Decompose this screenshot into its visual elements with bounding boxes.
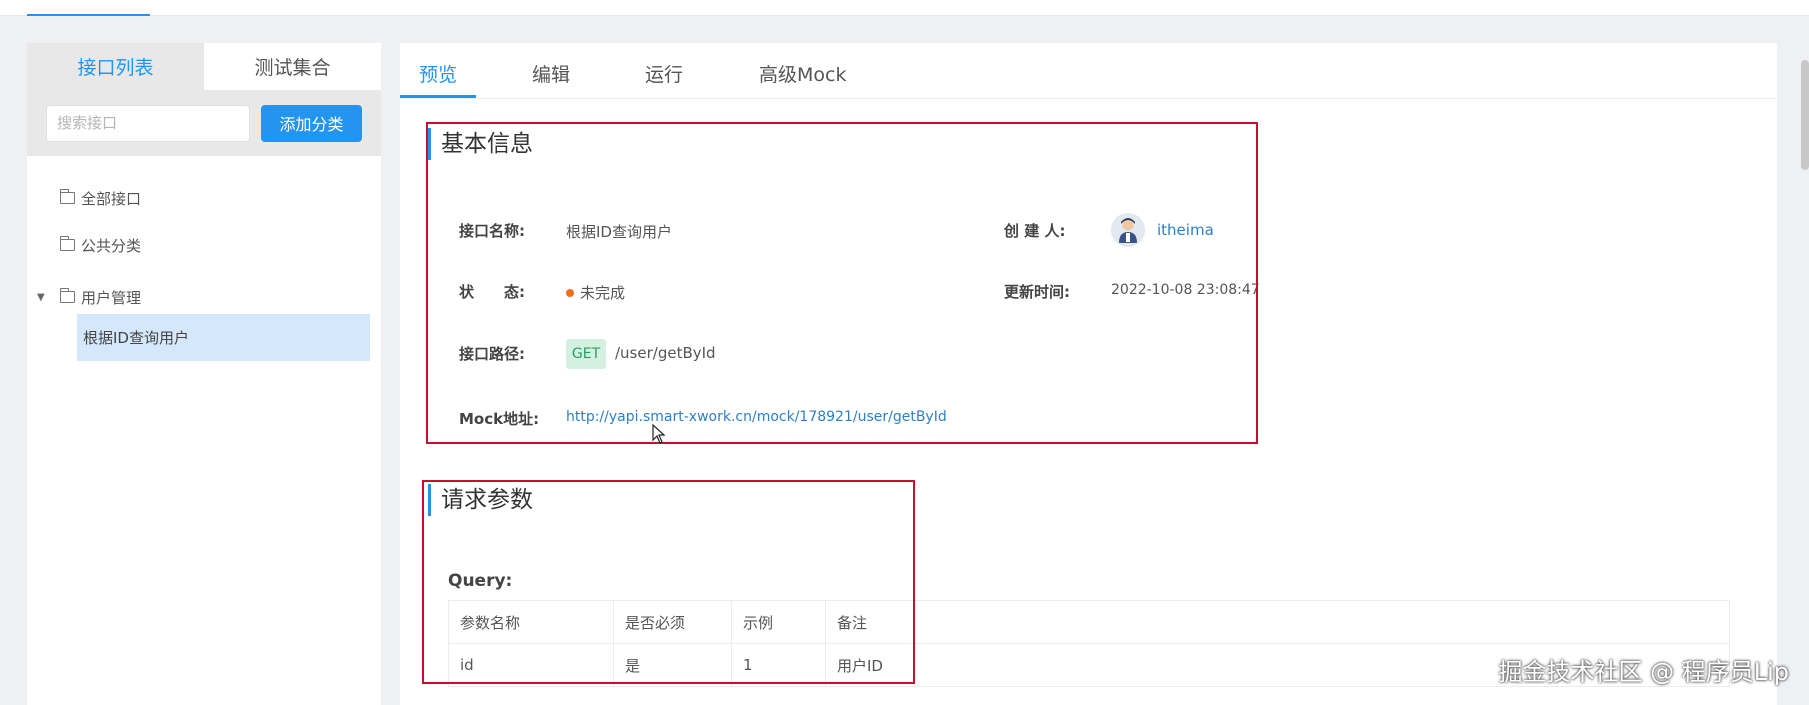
query-label: Query: xyxy=(448,571,513,591)
interface-sidebar: 接口列表 测试集合 添加分类 全部接口 公共分类 ▼ 用户管理 根据ID查询用户 xyxy=(27,43,381,705)
status-label: 状 态: xyxy=(459,283,525,301)
table-header: 备注 xyxy=(825,600,1730,644)
interface-name-value: 根据ID查询用户 xyxy=(566,223,672,241)
add-category-button[interactable]: 添加分类 xyxy=(261,104,362,142)
top-nav-active-indicator xyxy=(27,14,150,16)
tab-edit[interactable]: 编辑 xyxy=(532,60,570,87)
table-header-row: 参数名称 是否必须 示例 备注 xyxy=(448,600,1730,644)
tree-item-get-user-by-id[interactable]: 根据ID查询用户 xyxy=(77,314,370,361)
watermark: 掘金技术社区 @ 程序员Lip xyxy=(1498,658,1789,686)
tree-item-label: 用户管理 xyxy=(81,288,142,307)
main-tabs: 预览 编辑 运行 高级Mock xyxy=(400,43,1777,99)
main-panel: 预览 编辑 运行 高级Mock 基本信息 接口名称: 根据ID查询用户 创 建 … xyxy=(400,43,1777,705)
tab-run[interactable]: 运行 xyxy=(645,60,683,87)
interface-path-label: 接口路径: xyxy=(459,345,525,363)
mock-url-link[interactable]: http://yapi.smart-xwork.cn/mock/178921/u… xyxy=(566,409,947,425)
interface-path-value: /user/getById xyxy=(615,344,716,362)
sidebar-tabs: 接口列表 测试集合 xyxy=(27,43,381,90)
tab-advanced-mock[interactable]: 高级Mock xyxy=(759,60,846,87)
mouse-cursor-icon xyxy=(652,424,666,444)
scrollbar[interactable] xyxy=(1801,60,1809,170)
status-dot-icon xyxy=(566,288,574,297)
tree-item-label: 根据ID查询用户 xyxy=(83,329,189,347)
table-header: 参数名称 xyxy=(448,600,614,644)
search-interface-input[interactable] xyxy=(46,104,250,142)
tree-item-all[interactable]: 全部接口 xyxy=(59,186,142,210)
interface-name-label: 接口名称: xyxy=(459,222,525,240)
tree-item-label: 公共分类 xyxy=(81,236,142,255)
section-title-request-params: 请求参数 xyxy=(428,484,533,516)
updated-time-label: 更新时间: xyxy=(1004,283,1070,301)
folder-open-icon xyxy=(59,288,75,303)
tree-item-user-management[interactable]: 用户管理 xyxy=(59,285,142,309)
updated-time-value: 2022-10-08 23:08:47 xyxy=(1111,282,1260,298)
table-cell: 1 xyxy=(731,643,826,687)
tree-item-public[interactable]: 公共分类 xyxy=(59,233,142,257)
table-cell: id xyxy=(448,643,614,687)
tab-interface-list[interactable]: 接口列表 xyxy=(27,43,204,90)
avatar[interactable] xyxy=(1111,213,1145,247)
creator-label: 创 建 人: xyxy=(1004,222,1066,240)
mock-url-label: Mock地址: xyxy=(459,410,540,428)
folder-icon xyxy=(59,189,75,204)
section-title-basic-info: 基本信息 xyxy=(428,128,533,160)
tab-preview[interactable]: 预览 xyxy=(419,60,457,87)
table-header: 是否必须 xyxy=(613,600,732,644)
tab-test-collection[interactable]: 测试集合 xyxy=(204,43,381,90)
table-header: 示例 xyxy=(731,600,826,644)
tab-active-indicator xyxy=(400,95,476,98)
sidebar-toolbar: 添加分类 xyxy=(27,90,381,156)
folder-open-icon xyxy=(59,236,75,251)
creator-link[interactable]: itheima xyxy=(1157,221,1214,239)
status-text: 未完成 xyxy=(580,284,626,302)
status-value: 未完成 xyxy=(566,282,625,303)
top-navbar xyxy=(0,0,1809,16)
method-badge: GET xyxy=(566,339,606,369)
table-cell: 是 xyxy=(613,643,732,687)
tree-item-label: 全部接口 xyxy=(81,189,142,208)
caret-down-icon[interactable]: ▼ xyxy=(37,292,45,303)
